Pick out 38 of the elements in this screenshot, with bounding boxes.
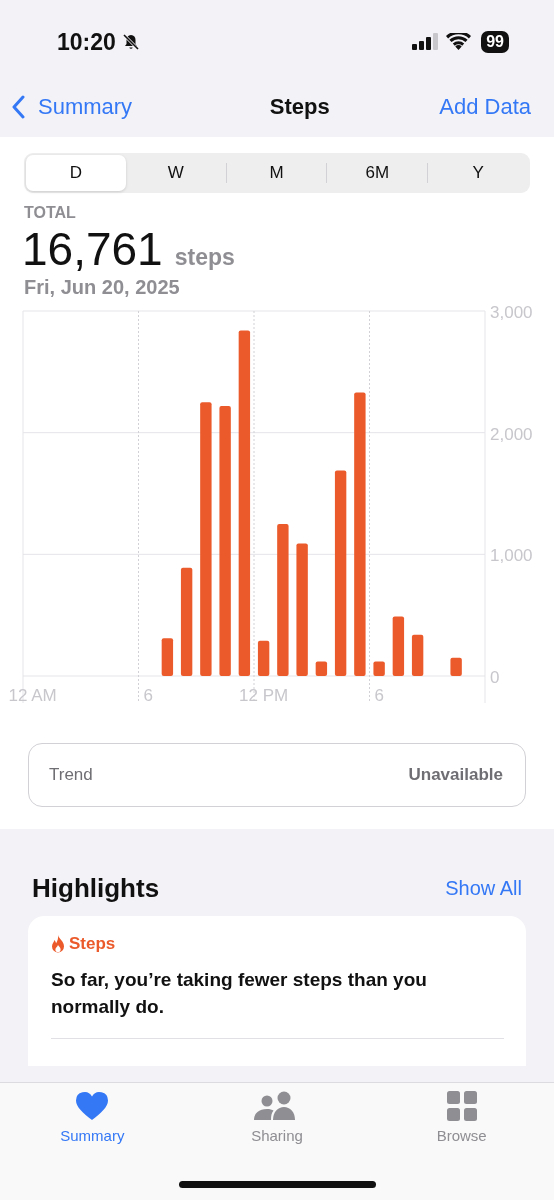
total-label: TOTAL (24, 204, 77, 222)
add-data-button[interactable]: Add Data (439, 94, 531, 120)
x-axis-label: 6 (143, 686, 153, 703)
trend-row[interactable]: Trend Unavailable (28, 743, 526, 807)
status-time: 10:20 (57, 28, 116, 56)
x-axis-label: 6 (374, 686, 384, 703)
wifi-icon (446, 33, 472, 51)
show-all-link[interactable]: Show All (445, 877, 522, 900)
y-axis-label: 1,000 (490, 546, 533, 566)
unit-label: steps (174, 244, 235, 271)
section-title: Highlights (32, 873, 160, 904)
back-button[interactable]: Summary (12, 94, 133, 120)
date-label: Fri, Jun 20, 2025 (24, 276, 181, 299)
y-axis-label: 3,000 (490, 303, 533, 322)
y-axis-label: 0 (490, 668, 500, 687)
bell-slash-icon (121, 33, 140, 51)
range-tab[interactable]: 6M (326, 163, 428, 183)
tab-bar-item[interactable]: Sharing (184, 1091, 370, 1144)
y-axis-label: 2,000 (490, 424, 533, 444)
tab-bar-item[interactable]: Browse (369, 1091, 554, 1144)
battery-level: 99 (481, 31, 509, 53)
category-label: Steps (69, 934, 116, 954)
grid-icon (446, 1091, 477, 1121)
signal-icon (412, 33, 441, 51)
flame-icon (51, 935, 65, 953)
x-axis-label: 12 PM (239, 686, 289, 703)
range-tab[interactable]: W (125, 155, 226, 191)
range-tab[interactable]: M (225, 163, 327, 183)
heart-icon (75, 1091, 110, 1121)
screen-title: Steps (269, 94, 330, 120)
highlight-card[interactable]: Steps So far, you’re taking fewer steps than you normally do. (28, 916, 526, 1066)
range-tab[interactable]: D (26, 155, 126, 191)
range-tab[interactable]: Y (427, 163, 528, 183)
x-axis-label: 12 AM (8, 686, 57, 703)
total-value: 16,761 (22, 222, 163, 276)
highlight-text: So far, you’re taking fewer steps than you normally do. (51, 968, 428, 1019)
chevron-icon (12, 95, 26, 119)
tab-bar-item[interactable]: Summary (0, 1091, 185, 1144)
